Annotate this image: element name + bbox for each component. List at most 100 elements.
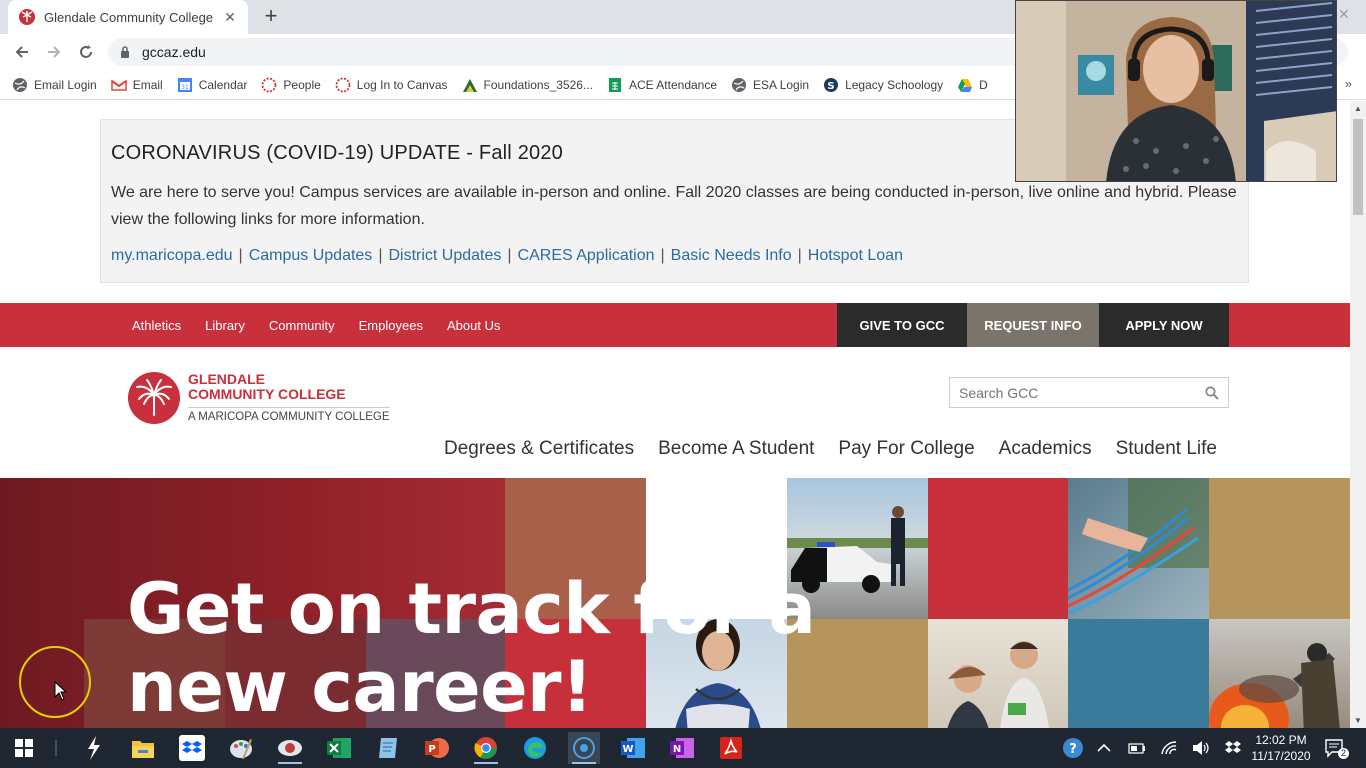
chrome-icon xyxy=(474,737,497,759)
taskbar-app[interactable] xyxy=(323,732,355,764)
bookmark-canvas[interactable]: Log In to Canvas xyxy=(335,77,448,93)
nav-academics[interactable]: Academics xyxy=(999,438,1092,460)
classroom-photo xyxy=(928,619,1069,728)
cables-photo xyxy=(1067,478,1209,619)
bookmark-label: ACE Attendance xyxy=(628,77,718,92)
bookmark-email[interactable]: Email xyxy=(110,77,163,93)
logo-line-2: COMMUNITY COLLEGE xyxy=(188,385,346,402)
link-basic-needs[interactable]: Basic Needs Info xyxy=(671,247,792,264)
search-icon[interactable] xyxy=(1205,386,1219,400)
request-info-button[interactable]: REQUEST INFO xyxy=(967,303,1099,347)
scrollbar-thumb[interactable] xyxy=(1353,119,1363,215)
screen: Glendale Community College ✕ + gccaz.edu… xyxy=(0,0,1366,768)
back-arrow-icon xyxy=(15,46,28,58)
nav-become-a-student[interactable]: Become A Student xyxy=(658,438,814,460)
show-hidden-icons-button[interactable] xyxy=(1097,728,1111,768)
link-campus-updates[interactable]: Campus Updates xyxy=(249,247,373,264)
reload-button[interactable] xyxy=(73,39,99,65)
bookmark-foundations[interactable]: Foundations_3526... xyxy=(462,77,593,93)
utility-nav-bar: Athletics Library Community Employees Ab… xyxy=(0,303,1350,347)
taskbar-app[interactable]: W xyxy=(617,732,649,764)
lock-icon xyxy=(121,46,129,58)
bookmark-esa-login[interactable]: ESA Login xyxy=(731,77,809,93)
link-hotspot-loan[interactable]: Hotspot Loan xyxy=(808,247,903,264)
start-button[interactable] xyxy=(8,732,40,764)
action-center-button[interactable]: 2 xyxy=(1324,728,1350,768)
hero-tile xyxy=(928,478,1069,619)
covid-links: my.maricopa.edu | Campus Updates | District … xyxy=(111,247,1238,265)
forward-arrow-icon xyxy=(48,46,61,58)
nav-about-us[interactable]: About Us xyxy=(447,318,500,333)
nav-employees[interactable]: Employees xyxy=(359,318,423,333)
svg-text:W: W xyxy=(622,744,633,755)
link-my-maricopa[interactable]: my.maricopa.edu xyxy=(111,247,233,264)
taskbar-app[interactable] xyxy=(568,732,600,764)
link-cares-application[interactable]: CARES Application xyxy=(518,247,655,264)
bookmark-ace-attendance[interactable]: ACE Attendance xyxy=(607,77,717,93)
bookmark-legacy-schoology[interactable]: S Legacy Schoology xyxy=(823,77,943,93)
taskbar-app[interactable] xyxy=(274,732,306,764)
give-to-gcc-button[interactable]: GIVE TO GCC xyxy=(837,303,967,347)
wifi-icon xyxy=(1161,741,1177,755)
svg-text:?: ? xyxy=(1069,742,1077,757)
forward-button[interactable] xyxy=(41,39,67,65)
link-separator: | xyxy=(507,247,512,264)
canvas-icon xyxy=(262,77,277,92)
help-tray-button[interactable]: ? xyxy=(1062,728,1084,768)
taskbar-app[interactable] xyxy=(372,732,404,764)
back-button[interactable] xyxy=(9,39,35,65)
gcc-favicon-icon xyxy=(19,9,35,25)
taskbar-divider xyxy=(55,740,57,756)
gcc-logo[interactable]: GLENDALE COMMUNITY COLLEGE A MARICOPA CO… xyxy=(127,371,390,425)
edge-icon xyxy=(524,737,546,759)
taskbar-app[interactable] xyxy=(715,732,747,764)
nav-student-life[interactable]: Student Life xyxy=(1116,438,1217,460)
schoology-icon: S xyxy=(824,77,839,92)
bookmark-drive[interactable]: D xyxy=(957,77,988,93)
search-input[interactable] xyxy=(959,384,1199,401)
hero-banner: Get on track for a new career! xyxy=(0,478,1350,728)
nav-degrees-certificates[interactable]: Degrees & Certificates xyxy=(444,438,634,460)
nav-community[interactable]: Community xyxy=(269,318,335,333)
wifi-tray-button[interactable] xyxy=(1160,728,1178,768)
taskbar-app[interactable] xyxy=(127,732,159,764)
drive-icon xyxy=(958,78,973,92)
taskbar-app[interactable] xyxy=(176,732,208,764)
main-nav: Degrees & Certificates Become A Student … xyxy=(444,438,1217,460)
new-tab-button[interactable]: + xyxy=(258,4,284,30)
mouse-pointer-icon xyxy=(54,681,68,701)
taskbar-app[interactable] xyxy=(225,732,257,764)
scroll-down-arrow-icon[interactable]: ▼ xyxy=(1354,716,1362,725)
apply-now-button[interactable]: APPLY NOW xyxy=(1099,303,1229,347)
logo-line-1: GLENDALE xyxy=(188,370,265,387)
bookmark-label: Email xyxy=(132,77,163,92)
taskbar-app[interactable] xyxy=(78,732,110,764)
taskbar-app[interactable] xyxy=(470,732,502,764)
bookmarks-overflow-button[interactable]: » xyxy=(1345,76,1352,91)
page-scrollbar[interactable]: ▲ ▼ xyxy=(1350,101,1366,728)
window-close-icon[interactable]: ✕ xyxy=(1338,6,1350,23)
scroll-up-arrow-icon[interactable]: ▲ xyxy=(1354,104,1362,113)
taskbar-app[interactable]: N xyxy=(666,732,698,764)
taskbar-clock[interactable]: 12:02 PM 11/17/2020 xyxy=(1248,732,1314,764)
gmail-icon xyxy=(110,79,127,91)
bookmark-email-login[interactable]: Email Login xyxy=(12,77,97,93)
volume-tray-button[interactable] xyxy=(1192,728,1210,768)
utility-nav: Athletics Library Community Employees Ab… xyxy=(132,303,500,347)
tab-close-icon[interactable]: ✕ xyxy=(222,9,238,26)
link-district-updates[interactable]: District Updates xyxy=(388,247,501,264)
taskbar-app[interactable]: P xyxy=(421,732,453,764)
acrobat-icon xyxy=(720,737,742,759)
taskbar-app[interactable] xyxy=(519,732,551,764)
dropbox-tray-icon xyxy=(1225,741,1241,753)
nav-pay-for-college[interactable]: Pay For College xyxy=(838,438,974,460)
battery-tray-button[interactable] xyxy=(1128,728,1146,768)
dropbox-tray-button[interactable] xyxy=(1224,728,1242,768)
browser-tab[interactable]: Glendale Community College ✕ xyxy=(8,0,248,34)
bookmark-label: Foundations_3526... xyxy=(483,77,593,92)
bookmark-people[interactable]: People xyxy=(261,77,321,93)
bookmark-calendar[interactable]: 31 Calendar xyxy=(177,77,247,93)
excel-icon xyxy=(327,738,351,758)
nav-library[interactable]: Library xyxy=(205,318,245,333)
nav-athletics[interactable]: Athletics xyxy=(132,318,181,333)
